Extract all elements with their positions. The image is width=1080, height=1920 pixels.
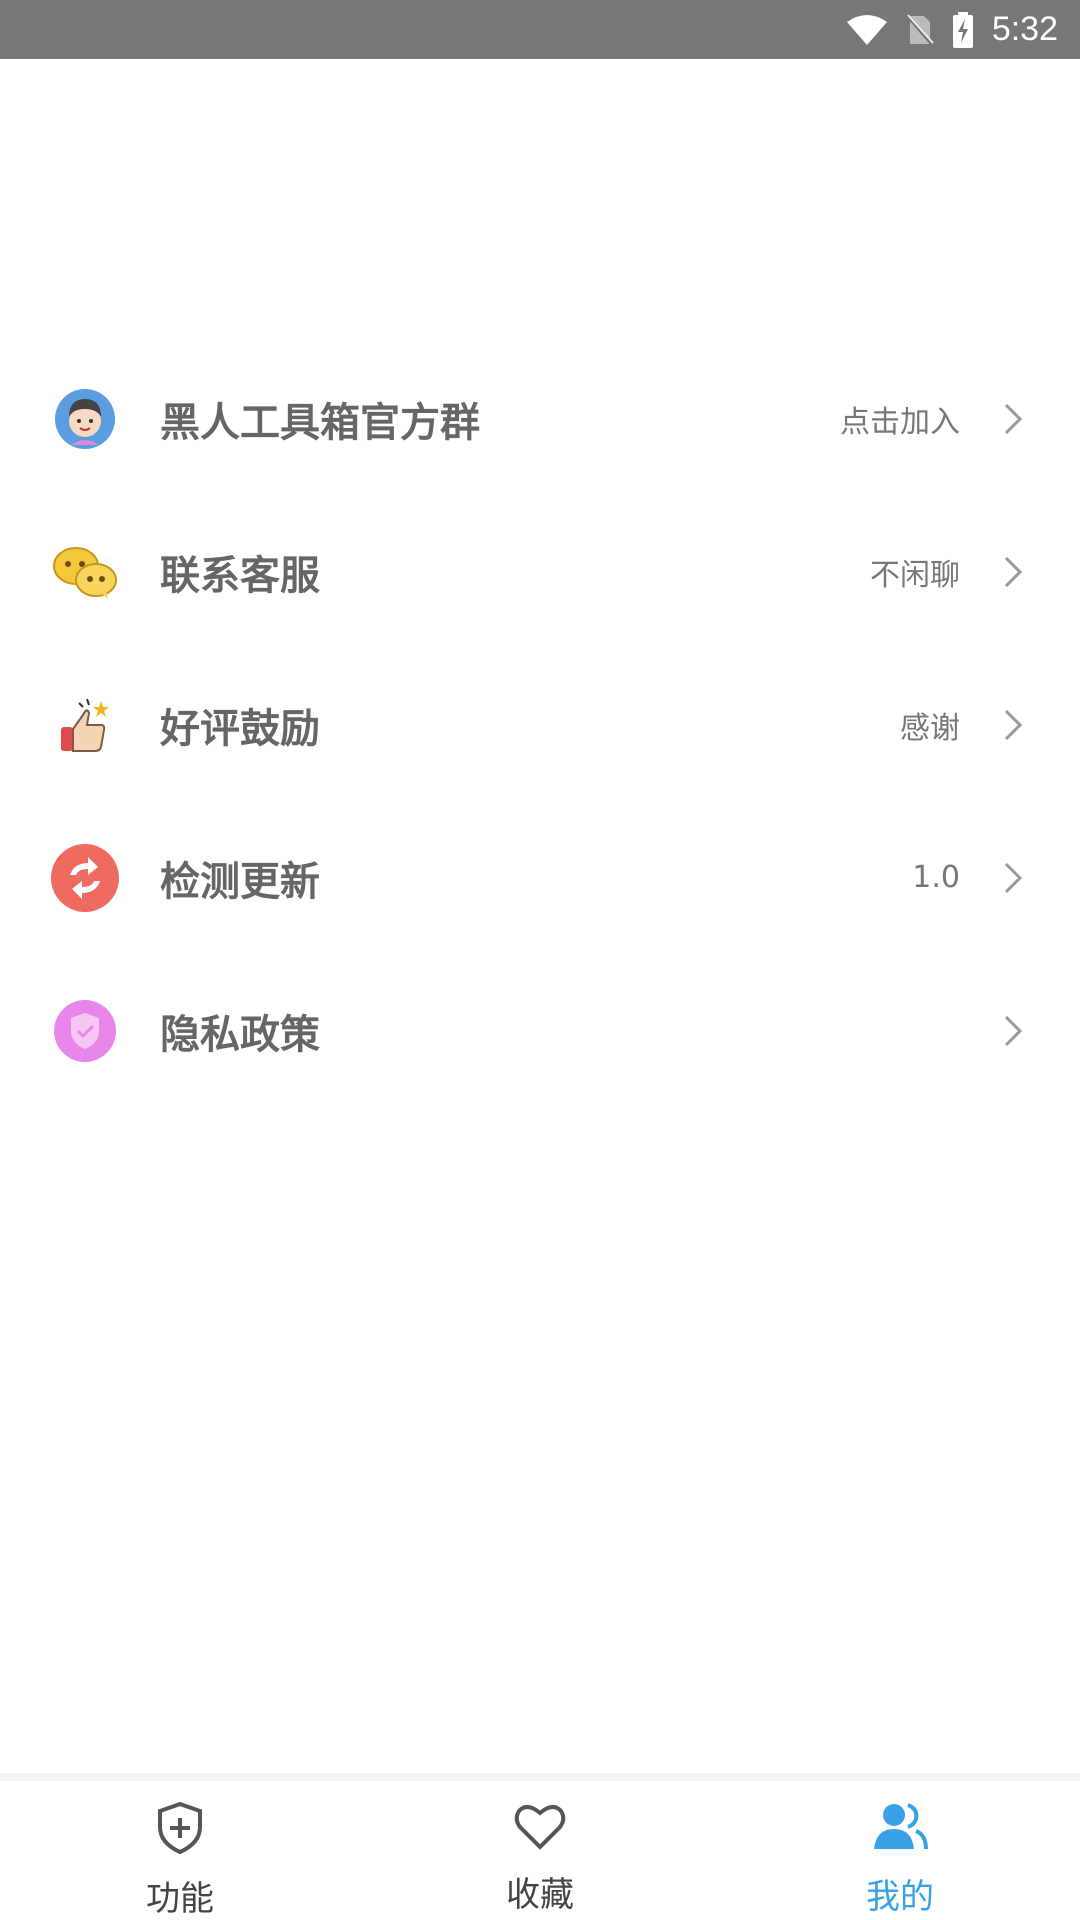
bottom-navigation: 功能 收藏 我的 (0, 1773, 1080, 1920)
menu-item-value: 1.0 (912, 860, 960, 895)
status-time: 5:32 (991, 10, 1058, 48)
menu-item-good-review[interactable]: 好评鼓励 感谢 (0, 648, 1080, 801)
nav-tab-label: 收藏 (506, 1875, 574, 1915)
menu-item-value: 点击加入 (840, 404, 960, 440)
menu-item-check-update[interactable]: 检测更新 1.0 (0, 801, 1080, 954)
status-bar: 5:32 (0, 0, 1080, 59)
nav-tab-favorites[interactable]: 收藏 (360, 1781, 720, 1920)
settings-list: 黑人工具箱官方群 点击加入 联系客服 不闲聊 好评鼓励 感谢 检测更新 1.0 … (0, 342, 1080, 1107)
menu-item-title: 好评鼓励 (160, 705, 320, 752)
menu-item-title: 黑人工具箱官方群 (160, 399, 480, 446)
nav-tab-mine[interactable]: 我的 (720, 1781, 1080, 1920)
menu-item-official-group[interactable]: 黑人工具箱官方群 点击加入 (0, 342, 1080, 495)
nav-tab-label: 我的 (866, 1877, 934, 1917)
chevron-right-icon (998, 399, 1028, 439)
menu-item-privacy-policy[interactable]: 隐私政策 (0, 954, 1080, 1107)
menu-item-title: 隐私政策 (160, 1011, 320, 1058)
menu-item-contact-service[interactable]: 联系客服 不闲聊 (0, 495, 1080, 648)
chevron-right-icon (998, 552, 1028, 592)
shield-plus-icon (156, 1801, 204, 1859)
menu-item-title: 检测更新 (160, 858, 320, 905)
avatar-icon (50, 384, 120, 454)
menu-item-value: 感谢 (900, 710, 960, 746)
thumbs-up-icon (50, 690, 120, 760)
shield-check-icon (50, 996, 120, 1066)
battery-charging-icon (952, 11, 974, 48)
no-sim-icon (905, 13, 934, 46)
wechat-icon (50, 537, 120, 607)
menu-item-title: 联系客服 (160, 552, 320, 599)
menu-item-value: 不闲聊 (870, 557, 960, 593)
nav-tab-label: 功能 (146, 1879, 214, 1919)
chevron-right-icon (998, 705, 1028, 745)
refresh-icon (50, 843, 120, 913)
wifi-icon (846, 14, 888, 46)
nav-tab-features[interactable]: 功能 (0, 1781, 360, 1920)
users-icon (872, 1801, 928, 1857)
chevron-right-icon (998, 1011, 1028, 1051)
heart-icon (513, 1801, 567, 1855)
chevron-right-icon (998, 858, 1028, 898)
